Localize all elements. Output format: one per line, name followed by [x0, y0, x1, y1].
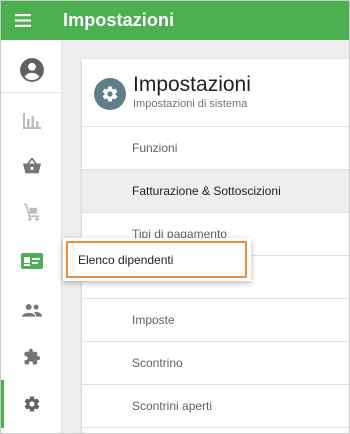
sidebar-item-account[interactable]	[1, 48, 62, 93]
app-window: Impostazioni Impostazioni Impostazioni d…	[0, 0, 350, 434]
gear-icon	[24, 396, 39, 412]
cart-icon	[23, 203, 39, 221]
sidebar-item-orders[interactable]	[1, 190, 62, 233]
employee-card-icon	[20, 252, 43, 269]
settings-header-avatar	[94, 78, 126, 110]
page-title: Impostazioni	[133, 73, 251, 96]
sidebar-item-settings[interactable]	[1, 380, 62, 428]
sidebar-item-integrations[interactable]	[1, 335, 62, 378]
sidebar-nav	[1, 40, 62, 433]
settings-row-features[interactable]: Funzioni	[82, 127, 349, 170]
account-circle-icon	[19, 58, 44, 82]
sidebar-item-employees[interactable]	[1, 239, 62, 282]
settings-row-taxes[interactable]: Imposte	[82, 299, 349, 342]
gear-icon	[102, 86, 118, 102]
settings-row-billing[interactable]: Fatturazione & Sottoscizioni	[82, 170, 349, 213]
sidebar-item-reports[interactable]	[1, 99, 62, 142]
settings-row-receipt[interactable]: Scontrino	[82, 342, 349, 385]
row-label: Fatturazione & Sottoscizioni	[132, 184, 281, 198]
row-label: Scontrini aperti	[132, 399, 213, 413]
row-label: Imposte	[132, 313, 175, 327]
sidebar-tooltip: Elenco dipendenti	[63, 238, 251, 281]
tooltip-employee-list[interactable]: Elenco dipendenti	[66, 241, 247, 278]
basket-icon	[22, 156, 41, 173]
page-subtitle: Impostazioni di sistema	[133, 98, 248, 110]
people-icon	[21, 303, 42, 317]
puzzle-icon	[24, 348, 40, 364]
row-label: Funzioni	[132, 141, 178, 155]
top-app-bar: Impostazioni	[1, 1, 349, 40]
menu-button[interactable]	[5, 1, 41, 40]
row-label: Scontrino	[132, 356, 183, 370]
settings-row-open-receipts[interactable]: Scontrini aperti	[82, 385, 349, 428]
sidebar-item-items[interactable]	[1, 144, 62, 187]
settings-header: Impostazioni Impostazioni di sistema	[82, 59, 349, 127]
bar-chart-icon	[22, 112, 41, 129]
sidebar-item-customers[interactable]	[1, 288, 62, 331]
hamburger-menu-icon	[15, 14, 31, 27]
app-title: Impostazioni	[63, 10, 175, 30]
tooltip-label: Elenco dipendenti	[78, 252, 174, 267]
